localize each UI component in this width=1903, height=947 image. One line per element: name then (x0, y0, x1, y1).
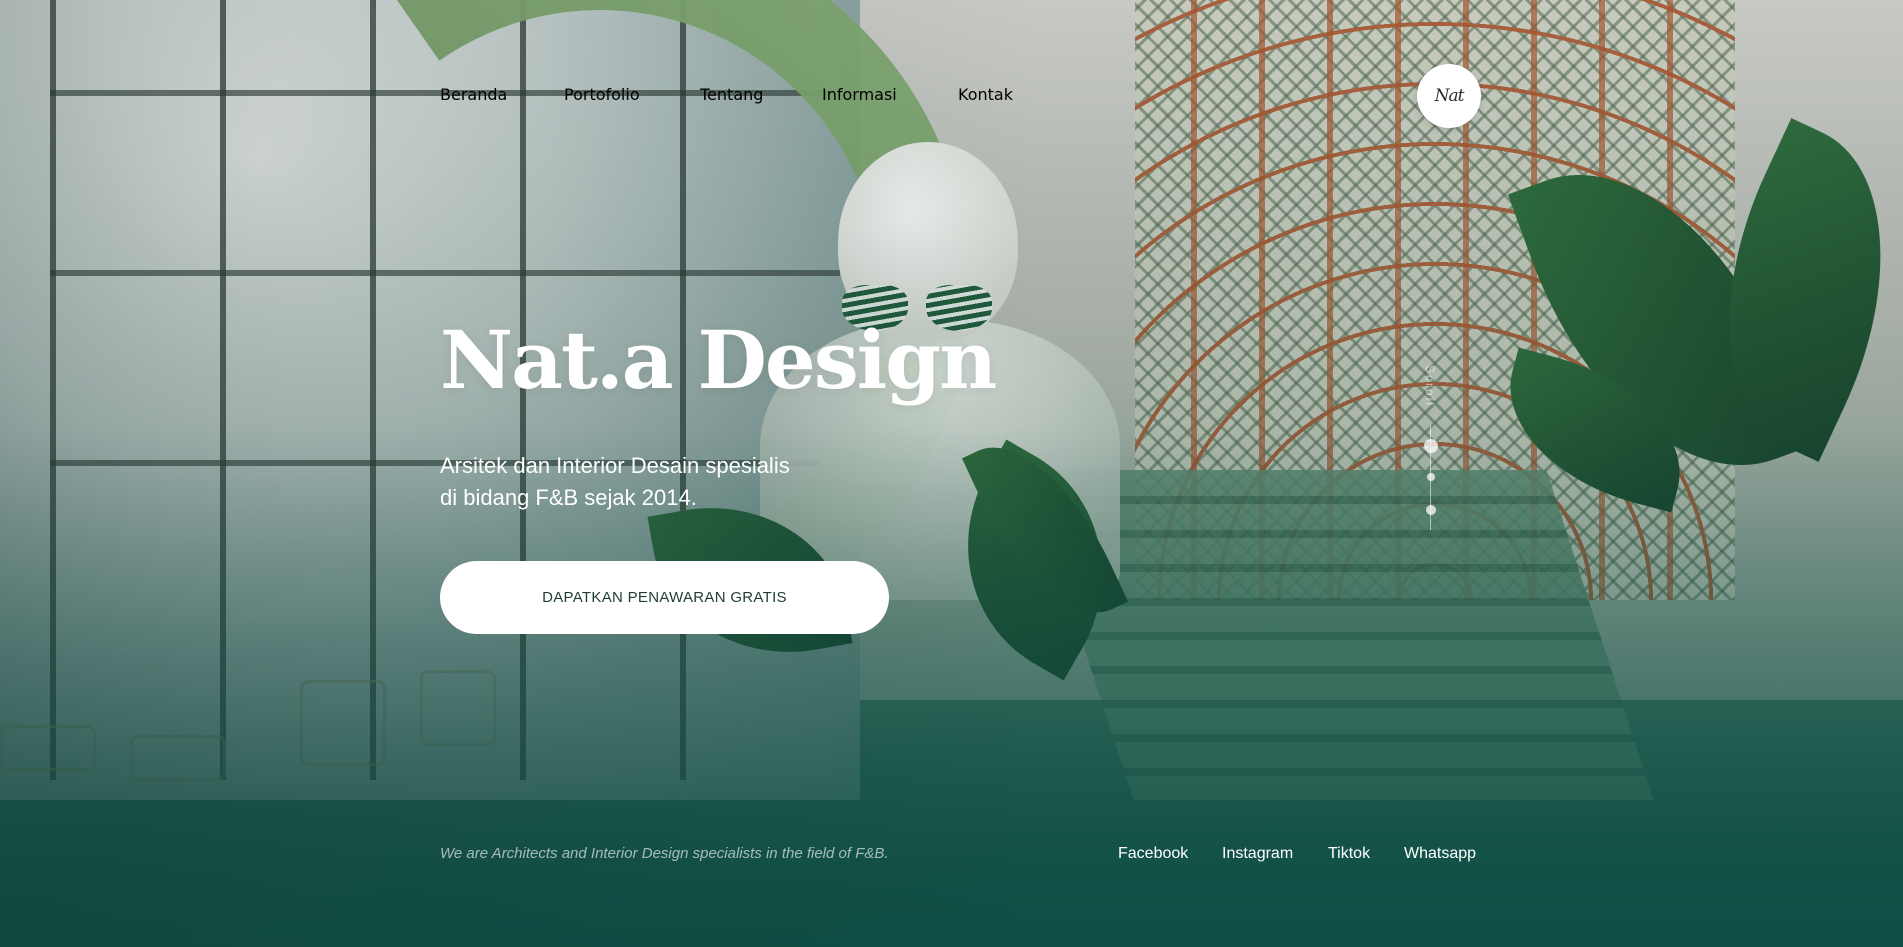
scroll-label: Scroll (1423, 364, 1438, 408)
nav-item-portofolio[interactable]: Portofolio (564, 85, 640, 104)
background-side-overlay (0, 0, 1903, 947)
social-link-facebook[interactable]: Facebook (1118, 845, 1188, 863)
hero-subtitle-line-1: Arsitek dan Interior Desain spesialis (440, 453, 790, 478)
hero-title: Nat.a Design (440, 313, 997, 407)
logo-badge[interactable]: Nat (1417, 64, 1481, 128)
nav-item-beranda[interactable]: Beranda (440, 85, 507, 104)
scroll-dot-active (1424, 439, 1438, 453)
scroll-dot (1427, 473, 1435, 481)
social-link-tiktok[interactable]: Tiktok (1328, 845, 1370, 863)
get-free-quote-button[interactable]: DAPATKAN PENAWARAN GRATIS (440, 561, 889, 634)
hero-subtitle-line-2: di bidang F&B sejak 2014. (440, 485, 697, 510)
logo-text: Nat (1434, 86, 1465, 106)
hero-subtitle: Arsitek dan Interior Desain spesialis di… (440, 450, 860, 514)
scroll-indicator[interactable]: Scroll (1423, 355, 1439, 535)
nav-item-kontak[interactable]: Kontak (958, 85, 1013, 104)
scroll-dot (1426, 505, 1436, 515)
social-link-instagram[interactable]: Instagram (1222, 845, 1293, 863)
footer-tagline: We are Architects and Interior Design sp… (440, 845, 889, 862)
social-link-whatsapp[interactable]: Whatsapp (1404, 845, 1476, 863)
nav-item-informasi[interactable]: Informasi (822, 85, 897, 104)
hero-section: Beranda Portofolio Tentang Informasi Kon… (0, 0, 1903, 947)
nav-item-tentang[interactable]: Tentang (700, 85, 763, 104)
